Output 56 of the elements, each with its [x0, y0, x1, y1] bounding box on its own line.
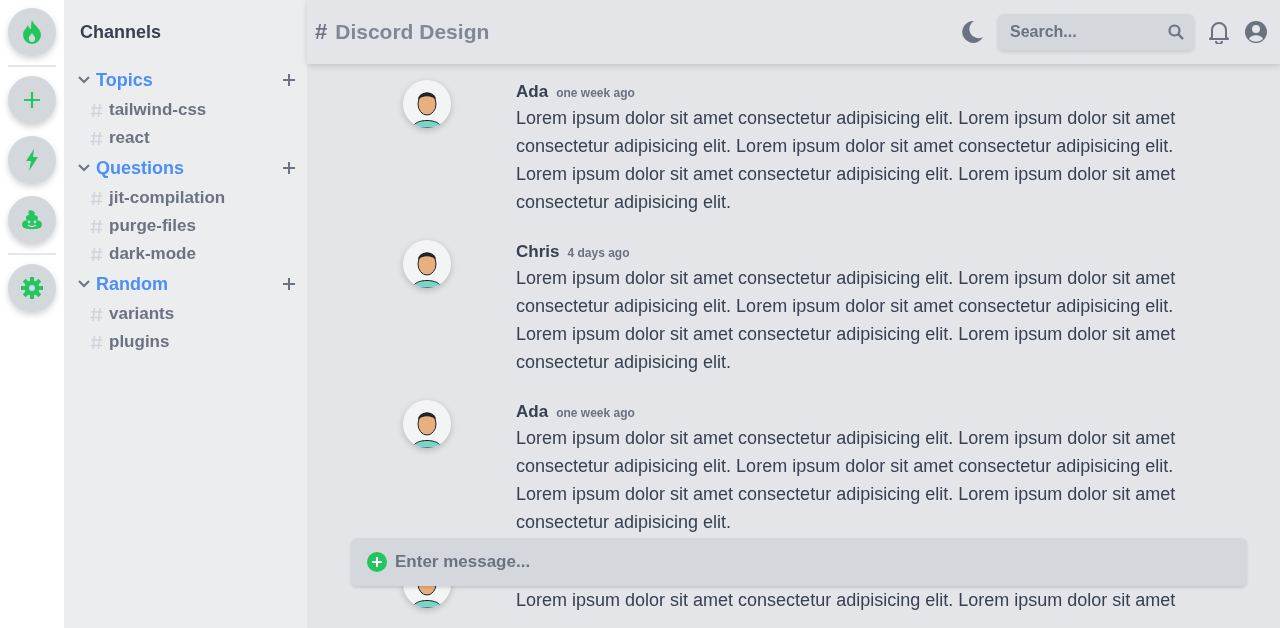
- message-input[interactable]: Enter message...: [351, 538, 1247, 586]
- channel-item[interactable]: purge-files: [109, 216, 196, 236]
- server-button[interactable]: [8, 136, 56, 184]
- hash-icon: #: [315, 19, 328, 45]
- channel-title: Discord Design: [335, 20, 490, 44]
- add-channel-icon[interactable]: [283, 162, 295, 174]
- sidebar-title: Channels: [79, 20, 163, 44]
- author-name: Ada: [516, 82, 549, 102]
- message-text: Lorem ipsum dolor sit amet consectetur adipisicing elit. Lorem ipsum dolor sit amet: [516, 589, 1177, 612]
- hash-icon: [90, 246, 103, 262]
- channel-group-toggle[interactable]: Topics: [78, 69, 153, 91]
- channel-item[interactable]: tailwind-css: [109, 100, 207, 120]
- bell-icon[interactable]: [1208, 20, 1230, 44]
- blob-icon: [21, 210, 43, 230]
- search-icon: [1168, 24, 1184, 40]
- chevron-icon: [78, 164, 90, 172]
- channel-group-toggle[interactable]: Random: [78, 273, 168, 295]
- add-icon[interactable]: [367, 552, 387, 572]
- message-time: 4 days ago: [567, 246, 630, 260]
- server-button[interactable]: [8, 264, 56, 312]
- avatar-icon: [403, 400, 451, 448]
- user-icon[interactable]: [1244, 20, 1268, 44]
- add-channel-icon[interactable]: [283, 278, 295, 290]
- channel-item[interactable]: react: [109, 128, 150, 148]
- lightning-icon: [25, 149, 39, 171]
- message-text: Lorem ipsum dolor sit amet consectetur adipisicing elit. Lorem ipsum dolor sit amet consectetur adipisicing elit. Lorem ipsum dolor sit amet consectetur adipisicing elit. Lorem ipsum dolor sit amet consectetur adipisicing elit. Lorem ipsum dolor sit amet consectetur adipisicing elit.: [516, 427, 1177, 534]
- server-button[interactable]: [8, 196, 56, 244]
- hash-icon: [90, 334, 103, 350]
- flame-icon: [21, 19, 43, 45]
- avatar-icon: [403, 240, 451, 288]
- message-text: Lorem ipsum dolor sit amet consectetur adipisicing elit. Lorem ipsum dolor sit amet consectetur adipisicing elit. Lorem ipsum dolor sit amet consectetur adipisicing elit. Lorem ipsum dolor sit amet consectetur adipisicing elit. Lorem ipsum dolor sit amet consectetur adipisicing elit.: [516, 267, 1177, 374]
- channel-item[interactable]: jit-compilation: [109, 188, 226, 208]
- chevron-icon: [78, 76, 90, 84]
- settings-icon: [21, 277, 43, 299]
- message-time: one week ago: [556, 406, 635, 420]
- add-channel-icon[interactable]: [283, 74, 295, 86]
- hash-icon: [90, 102, 103, 118]
- hash-icon: [90, 306, 103, 322]
- plus-icon: [23, 91, 41, 109]
- channel-group-toggle[interactable]: Questions: [78, 157, 184, 179]
- avatar-icon: [403, 80, 451, 128]
- channel-item[interactable]: plugins: [109, 332, 170, 352]
- hash-icon: [90, 218, 103, 234]
- moon-icon[interactable]: [960, 20, 984, 44]
- author-name: Chris: [516, 242, 560, 262]
- message-time: one week ago: [556, 86, 635, 100]
- chevron-icon: [78, 280, 90, 288]
- search-field[interactable]: Search...: [998, 14, 1194, 50]
- hash-icon: [90, 130, 103, 146]
- channel-item[interactable]: dark-mode: [109, 244, 196, 264]
- author-name: Ada: [516, 402, 549, 422]
- channel-item[interactable]: variants: [109, 304, 175, 324]
- server-button[interactable]: [8, 76, 56, 124]
- server-button[interactable]: [8, 8, 56, 56]
- hash-icon: [90, 190, 103, 206]
- message-text: Lorem ipsum dolor sit amet consectetur adipisicing elit. Lorem ipsum dolor sit amet consectetur adipisicing elit. Lorem ipsum dolor sit amet consectetur adipisicing elit. Lorem ipsum dolor sit amet consectetur adipisicing elit. Lorem ipsum dolor sit amet consectetur adipisicing elit.: [516, 107, 1177, 214]
